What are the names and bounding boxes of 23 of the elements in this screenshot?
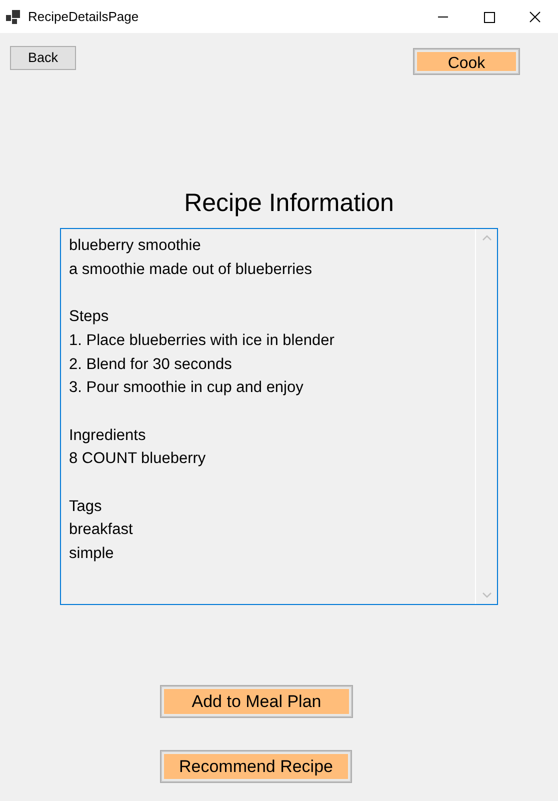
text-line: 3. Pour smoothie in cup and enjoy (69, 379, 304, 396)
text-line: simple (69, 545, 114, 562)
text-line: breakfast (69, 521, 133, 538)
text-line: Ingredients (69, 426, 146, 444)
cook-button[interactable]: Cook (413, 48, 520, 75)
text-line: 1. Place blueberries with ice in blender (69, 332, 334, 349)
text-line: a smoothie made out of blueberries (69, 260, 312, 278)
text-line: Steps (69, 308, 109, 326)
window-title: RecipeDetailsPage (28, 8, 139, 26)
add-to-meal-plan-button[interactable]: Add to Meal Plan (160, 685, 353, 718)
recipe-text-box[interactable] (60, 228, 498, 605)
scroll-down-icon[interactable] (482, 592, 492, 598)
text-line: 8 COUNT blueberry (69, 450, 206, 468)
text-line: Tags (69, 498, 102, 515)
recommend-recipe-button[interactable]: Recommend Recipe (160, 750, 352, 783)
text-line: 2. Blend for 30 seconds (69, 356, 232, 372)
section-heading: Recipe Information (184, 189, 394, 217)
back-button[interactable]: Back (10, 46, 76, 70)
scroll-up-icon[interactable] (482, 235, 492, 241)
app-icon (6, 10, 22, 24)
maximize-icon (483, 10, 495, 22)
text-line: blueberry smoothie (69, 237, 201, 254)
close-icon (529, 10, 541, 22)
